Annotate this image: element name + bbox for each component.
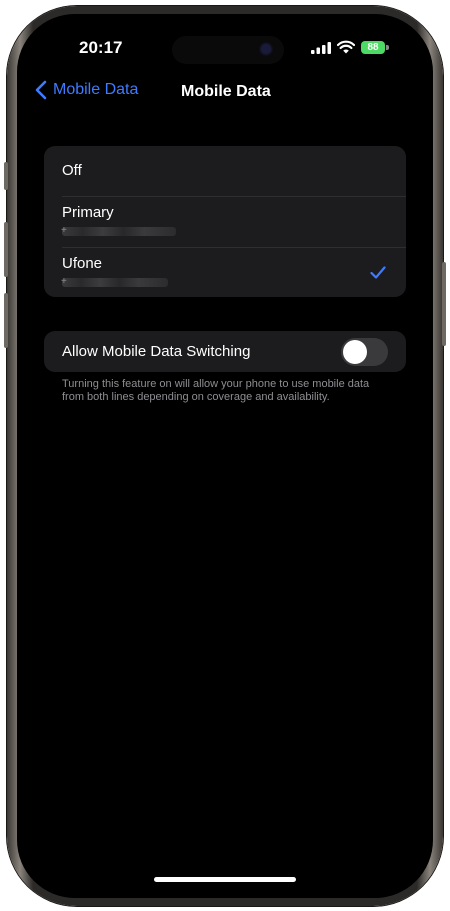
- ufone-number-prefix: +: [61, 276, 67, 287]
- battery-level: 88: [367, 42, 379, 53]
- screen: 20:17 88 Mobile Data Mobile Data Off Pri…: [17, 14, 433, 898]
- switching-footnote: Turning this feature on will allow your …: [62, 378, 370, 403]
- switching-toggle[interactable]: [341, 338, 388, 366]
- mobile-data-options: Off Primary + Ufone +: [44, 146, 406, 297]
- navigation-bar: Mobile Data Mobile Data: [17, 80, 433, 106]
- primary-number-redacted: +: [61, 225, 176, 236]
- page-title: Mobile Data: [181, 83, 271, 100]
- checkmark-icon: [370, 266, 386, 279]
- side-button-mute: [4, 162, 8, 190]
- battery-tip: [386, 45, 389, 50]
- option-ufone-label: Ufone: [62, 255, 103, 272]
- back-button-label: Mobile Data: [53, 81, 139, 98]
- switching-label: Allow Mobile Data Switching: [62, 343, 251, 360]
- switching-group: Allow Mobile Data Switching: [44, 331, 406, 372]
- option-off-label: Off: [62, 162, 82, 179]
- toggle-knob: [343, 340, 367, 364]
- front-camera-icon: [261, 44, 271, 54]
- status-time: 20:17: [79, 38, 123, 57]
- chevron-left-icon: [35, 80, 47, 100]
- back-button[interactable]: Mobile Data: [35, 80, 138, 100]
- option-primary-label: Primary: [62, 204, 114, 221]
- cellular-signal-icon: [311, 42, 331, 54]
- side-button-volume-down: [4, 293, 8, 348]
- ufone-number-redacted: +: [61, 276, 168, 287]
- side-button-volume-up: [4, 222, 8, 277]
- side-button-power: [442, 262, 446, 346]
- wifi-icon: [337, 40, 355, 54]
- switching-row: Allow Mobile Data Switching: [44, 331, 406, 372]
- option-ufone[interactable]: Ufone +: [44, 247, 406, 297]
- home-indicator[interactable]: [154, 877, 296, 882]
- option-off[interactable]: Off: [44, 146, 406, 196]
- battery-icon: 88: [361, 41, 385, 54]
- option-primary[interactable]: Primary +: [44, 196, 406, 247]
- primary-number-prefix: +: [61, 225, 67, 236]
